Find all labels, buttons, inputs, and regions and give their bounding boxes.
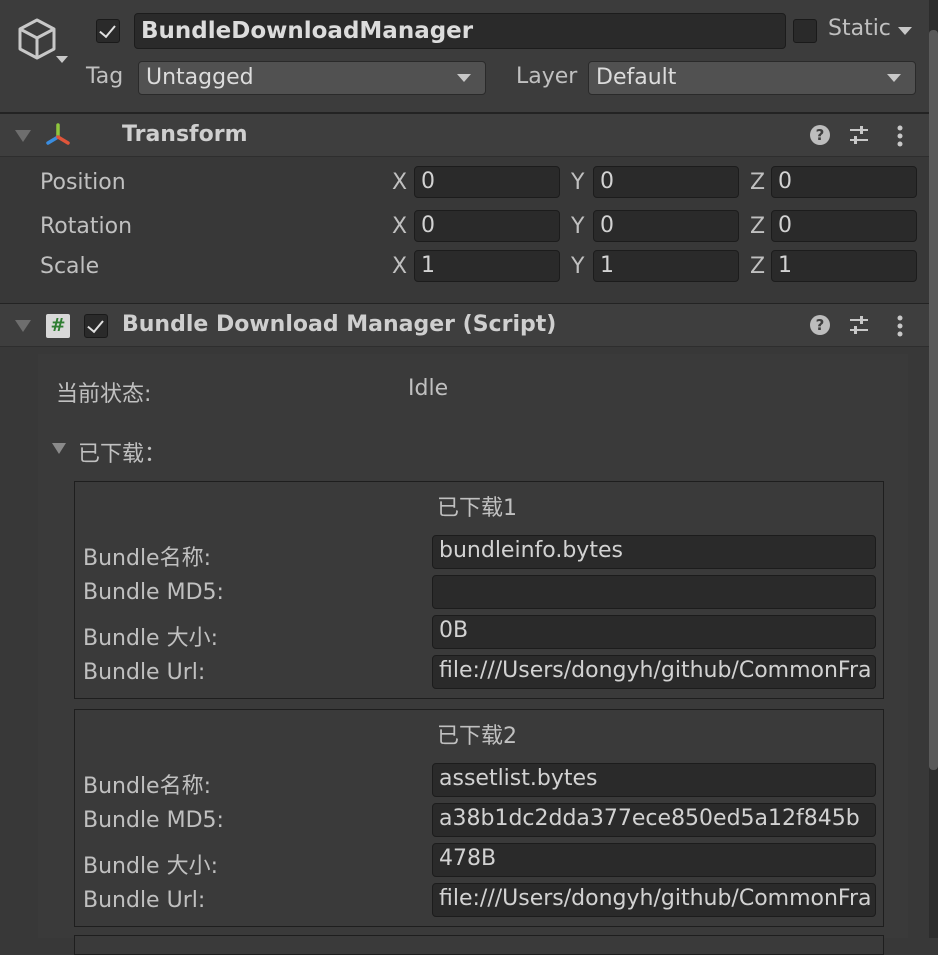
axis-z-label[interactable]: Z [750,214,765,239]
bundle-url-label: Bundle Url: [83,888,206,913]
fold-arrow-icon[interactable] [15,130,31,142]
bundle-size-label: Bundle 大小: [83,854,218,879]
layer-label: Layer [516,64,578,89]
help-icon[interactable]: ? [810,315,830,335]
rotation-y-field[interactable]: 0 [593,210,739,242]
bundle-name-label: Bundle名称: [83,774,212,799]
bundle-url-label: Bundle Url: [83,660,206,685]
status-value: Idle [408,376,449,401]
bundle-md5-field[interactable]: a38b1dc2dda377ece850ed5a12f845b [432,803,876,837]
bundle-size-label: Bundle 大小: [83,626,218,651]
bundle-url-field[interactable]: file:///Users/dongyh/github/CommonFra [432,883,876,917]
layer-dropdown-value: Default [596,65,677,90]
bundle-name-field[interactable]: assetlist.bytes [432,763,876,797]
downloaded-label: 已下载： [78,442,167,467]
chevron-down-icon [457,74,471,82]
transform-row-scale: Scale X 1 Y 1 Z 1 [0,248,938,286]
position-x-field[interactable]: 0 [414,166,560,198]
downloaded-item-2: 已下载2 Bundle名称: assetlist.bytes Bundle MD… [74,709,884,927]
rotation-x-field[interactable]: 0 [414,210,560,242]
bundle-size-field[interactable]: 0B [432,615,876,649]
row-label: Scale [40,254,100,279]
transform-header[interactable]: Transform ? [0,113,938,157]
preset-sliders-icon[interactable] [848,124,870,146]
foldout-arrow-icon[interactable] [52,443,66,454]
transform-icon [44,122,72,150]
fold-arrow-icon[interactable] [15,320,31,332]
chevron-down-icon [887,74,901,82]
gameobject-icon[interactable] [14,16,60,62]
bundle-name-field[interactable]: bundleinfo.bytes [432,535,876,569]
script-icon: # [46,314,70,338]
checkmark-icon [87,315,104,334]
bundle-md5-field[interactable] [432,575,876,609]
transform-row-position: Position X 0 Y 0 Z 0 [0,164,938,202]
axis-x-label[interactable]: X [392,254,407,279]
help-icon[interactable]: ? [810,125,830,145]
gameobject-name-field[interactable]: BundleDownloadManager [134,13,786,49]
script-title: Bundle Download Manager (Script) [122,312,557,337]
axis-y-label[interactable]: Y [571,254,584,279]
script-header[interactable]: # Bundle Download Manager (Script) ? [0,303,938,347]
bundle-name-label: Bundle名称: [83,546,212,571]
static-dropdown-arrow-icon[interactable] [898,27,912,35]
position-z-field[interactable]: 0 [771,166,917,198]
downloaded-foldout[interactable]: 已下载： [52,434,252,467]
item-title: 已下载2 [437,724,517,749]
scrollbar-thumb[interactable] [929,30,938,770]
preset-sliders-icon[interactable] [848,314,870,336]
bundle-size-field[interactable]: 478B [432,843,876,877]
axis-y-label[interactable]: Y [571,214,584,239]
scale-x-field[interactable]: 1 [414,250,560,282]
checkmark-icon [99,20,116,39]
status-label: 当前状态: [56,382,152,407]
scale-z-field[interactable]: 1 [771,250,917,282]
bundle-md5-label: Bundle MD5: [83,580,224,605]
tag-dropdown[interactable]: Untagged [138,61,486,95]
axis-x-label[interactable]: X [392,214,407,239]
more-options-icon[interactable] [892,124,908,148]
downloaded-item-1: 已下载1 Bundle名称: bundleinfo.bytes Bundle M… [74,481,884,699]
static-checkbox[interactable] [793,19,817,43]
gameobject-header: BundleDownloadManager Static Tag Untagge… [0,0,938,113]
axis-x-label[interactable]: X [392,170,407,195]
transform-row-rotation: Rotation X 0 Y 0 Z 0 [0,208,938,246]
icon-dropdown-arrow-icon[interactable] [56,56,68,63]
row-label: Rotation [40,214,133,239]
tag-dropdown-value: Untagged [146,65,254,90]
layer-dropdown[interactable]: Default [588,61,916,95]
scale-y-field[interactable]: 1 [593,250,739,282]
active-checkbox[interactable] [96,19,120,43]
axis-z-label[interactable]: Z [750,170,765,195]
bundle-md5-label: Bundle MD5: [83,808,224,833]
inspector-scrollbar[interactable] [929,0,938,938]
axis-z-label[interactable]: Z [750,254,765,279]
tag-label: Tag [86,64,124,89]
script-enabled-checkbox[interactable] [84,314,108,338]
static-label[interactable]: Static [828,16,891,41]
row-label: Position [40,170,126,195]
axis-y-label[interactable]: Y [571,170,584,195]
item-title: 已下载1 [437,496,517,521]
rotation-z-field[interactable]: 0 [771,210,917,242]
position-y-field[interactable]: 0 [593,166,739,198]
downloaded-item-3 [74,935,884,955]
transform-title: Transform [122,122,248,147]
more-options-icon[interactable] [892,314,908,338]
bundle-url-field[interactable]: file:///Users/dongyh/github/CommonFra [432,655,876,689]
